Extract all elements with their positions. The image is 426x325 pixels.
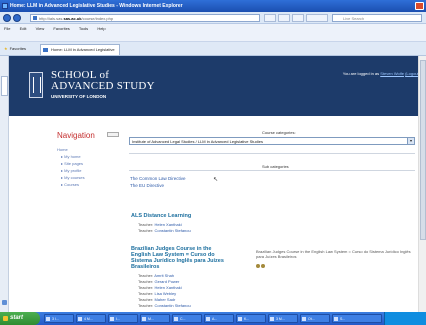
taskbar-item[interactable]: 3 M... (268, 314, 298, 323)
browser-side-gutter (0, 56, 9, 312)
login-info: You are logged in as Steven Wolfe (Logou… (342, 71, 420, 76)
course-teacher: Teacher: Amrit Shah (138, 273, 175, 278)
tab-favicon-icon (43, 48, 48, 52)
menu-favorites[interactable]: Favorites (53, 26, 69, 31)
browser-tab[interactable]: Home: LLM in Advanced Legislative Studie… (40, 44, 120, 62)
course-teacher: Teacher: Lisa Webley (138, 291, 177, 296)
navigation-block: Navigation Home ▸ My home ▸ Site pages ▸… (57, 131, 121, 188)
system-tray[interactable] (384, 312, 426, 325)
nav-item-my-profile[interactable]: ▸ My profile (57, 167, 121, 174)
page-favicon-icon (33, 16, 37, 20)
nav-item-home[interactable]: Home (57, 146, 121, 153)
star-icon: ★ (4, 46, 8, 51)
compat-view-button[interactable] (264, 14, 276, 22)
course-teacher: Teacher: Constantin Stefanou (138, 303, 191, 308)
forward-button[interactable] (13, 14, 21, 22)
menu-edit[interactable]: Edit (20, 26, 27, 31)
taskbar-item[interactable]: I... (108, 314, 138, 323)
address-bar[interactable]: http://ials.sas.sas.ac.uk/course/index.p… (30, 14, 260, 22)
command-bar (0, 33, 426, 42)
subcategory-link-eu[interactable]: The EU Directive (130, 183, 164, 188)
nav-item-courses[interactable]: ▸ Courses (57, 181, 121, 188)
start-button[interactable]: start (0, 312, 40, 325)
course-teacher: Teacher: Helen Xanthaki (138, 222, 182, 227)
university-name: UNIVERSITY OF LONDON (51, 94, 107, 99)
taskbar-item[interactable]: A... (204, 314, 234, 323)
page-status-icon (2, 300, 7, 305)
mouse-cursor-icon: ↖ (213, 177, 219, 183)
school-name-line2: ADVANCED STUDY (51, 80, 155, 92)
course-categories-label: Course categories: (262, 130, 296, 135)
course-title-als[interactable]: ALS Distance Learning (131, 213, 191, 219)
taskbar-item[interactable]: S... (332, 314, 382, 323)
back-button[interactable] (3, 14, 11, 22)
chevron-down-icon: ▾ (407, 138, 414, 144)
taskbar-item[interactable]: M... (140, 314, 170, 323)
divider (129, 153, 415, 154)
course-teacher: Teacher: Gerard Power (138, 279, 180, 284)
guest-access-icon (256, 264, 260, 268)
course-summary: Brazilian Judges Course in the English L… (256, 249, 411, 259)
course-teacher: Teacher: Maher Sadr (138, 297, 176, 302)
address-row: http://ials.sas.sas.ac.uk/course/index.p… (0, 12, 426, 24)
site-header: SCHOOL of ADVANCED STUDY UNIVERSITY OF L… (9, 56, 426, 116)
window-title: Home: LLM in Advanced Legislative Studie… (10, 3, 183, 9)
scrollbar-thumb[interactable] (420, 60, 426, 240)
menu-tools[interactable]: Tools (79, 26, 88, 31)
taskbar-item[interactable]: 4 M... (76, 314, 106, 323)
teacher-link[interactable]: Amrit Shah (154, 273, 174, 278)
teacher-link[interactable]: Constantin Stefanou (154, 228, 190, 233)
menu-file[interactable]: File (4, 26, 10, 31)
favorites-button[interactable]: ★ Favorites (4, 46, 26, 51)
stop-button[interactable] (292, 14, 304, 22)
ie-icon (2, 3, 8, 9)
taskbar-item[interactable]: K... (236, 314, 266, 323)
taskbar-item[interactable]: C... (172, 314, 202, 323)
vertical-scrollbar[interactable] (418, 56, 426, 312)
teacher-link[interactable]: Helen Xanthaki (154, 222, 181, 227)
course-access-icons (256, 264, 266, 269)
favorites-bar: ★ Favorites Home: LLM in Advanced Legisla… (0, 42, 426, 62)
menu-bar: File Edit View Favorites Tools Help (0, 24, 426, 33)
teacher-link[interactable]: Maher Sadr (154, 297, 175, 302)
block-controls[interactable] (107, 132, 119, 137)
window-title-bar: Home: LLM in Advanced Legislative Studie… (0, 0, 426, 12)
close-window-button[interactable] (415, 2, 424, 10)
sub-categories-label: Sub categories (262, 164, 289, 169)
navigation-list: Home ▸ My home ▸ Site pages ▸ My profile… (57, 146, 121, 188)
teacher-link[interactable]: Helen Xanthaki (154, 285, 181, 290)
search-provider-button[interactable] (306, 14, 328, 22)
taskbar: start 3 I... 4 M... I... M... C... A... … (0, 312, 426, 325)
divider (129, 170, 415, 171)
side-panel-tab[interactable] (1, 76, 8, 96)
course-teacher: Teacher: Constantin Stefanou (138, 228, 191, 233)
teacher-link[interactable]: Constantin Stefanou (154, 303, 190, 308)
teacher-link[interactable]: Gerard Power (154, 279, 179, 284)
enrol-key-icon (261, 264, 265, 268)
subcategory-link-common-law[interactable]: The Common Law Directive (130, 176, 186, 181)
nav-item-site-pages[interactable]: ▸ Site pages (57, 160, 121, 167)
taskbar-item[interactable]: 3 I... (44, 314, 74, 323)
course-title-brazilian-judges[interactable]: Brazilian Judges Course in the English L… (131, 246, 224, 270)
nav-item-my-home[interactable]: ▸ My home (57, 153, 121, 160)
taskbar-item[interactable]: Ot... (300, 314, 330, 323)
menu-view[interactable]: View (36, 26, 45, 31)
course-teacher: Teacher: Helen Xanthaki (138, 285, 182, 290)
university-crest-icon (29, 72, 43, 98)
menu-help[interactable]: Help (97, 26, 105, 31)
teacher-link[interactable]: Lisa Webley (154, 291, 176, 296)
course-category-select[interactable]: Institute of Advanced Legal Studies / LL… (129, 137, 415, 145)
refresh-button[interactable] (278, 14, 290, 22)
search-input[interactable]: Live Search (332, 14, 422, 22)
nav-item-my-courses[interactable]: ▸ My courses (57, 174, 121, 181)
user-profile-link[interactable]: Steven Wolfe (380, 71, 404, 76)
